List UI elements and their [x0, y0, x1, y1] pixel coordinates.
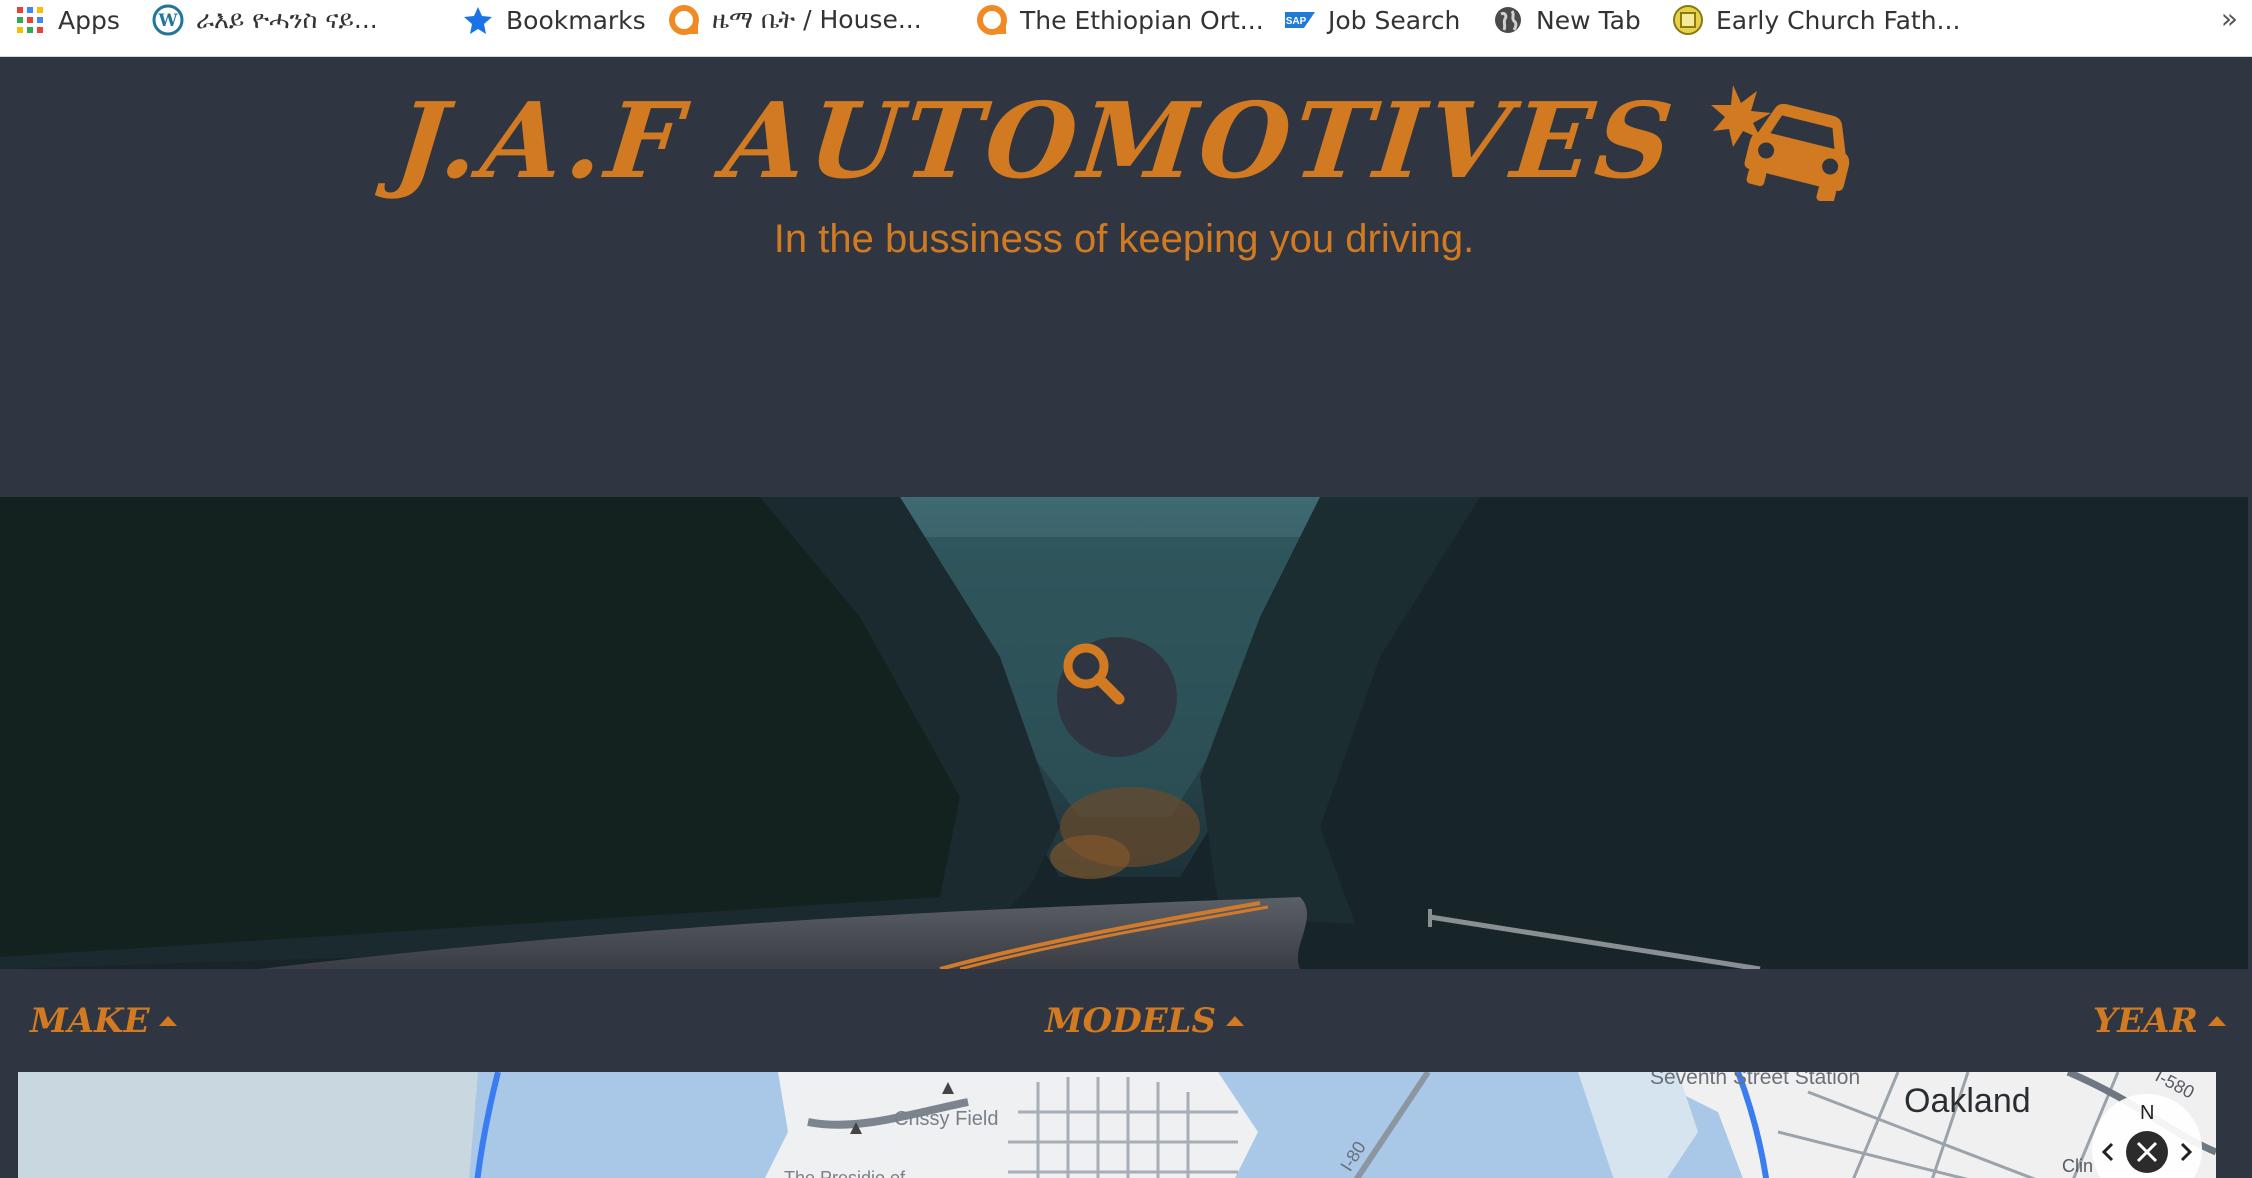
bookmark-label: New Tab	[1536, 5, 1641, 35]
svg-text:SAP: SAP	[1286, 16, 1307, 27]
orange-ring-icon	[976, 4, 1008, 36]
car-crash-icon	[1711, 84, 1850, 201]
filter-bar: Make Models Year	[0, 969, 2248, 1072]
models-filter-label: Models	[1045, 1000, 1217, 1041]
caret-up-icon	[2207, 1015, 2226, 1026]
bookmark-early-church[interactable]: Early Church Fath...	[1672, 0, 1960, 40]
caret-up-icon	[159, 1015, 178, 1026]
site-header: J.A.F Automotives In the bussiness of ke…	[0, 57, 2248, 497]
map-label-clin: Clin	[2062, 1156, 2094, 1176]
globe-icon	[1492, 4, 1524, 36]
models-filter[interactable]: Models	[1045, 969, 1245, 1072]
bookmark-folder-bookmarks[interactable]: Bookmarks	[462, 0, 646, 40]
make-filter[interactable]: Make	[30, 969, 178, 1072]
bookmark-label: The Ethiopian Ort...	[1020, 5, 1264, 35]
svg-text:W: W	[157, 11, 178, 31]
map-label-oakland: Oakland	[1904, 1082, 2031, 1120]
bookmark-label: ዜማ ቤት / House...	[712, 5, 922, 34]
bookmark-label: Early Church Fath...	[1716, 5, 1961, 35]
bookmark-new-tab[interactable]: New Tab	[1492, 0, 1641, 40]
bookmark-wordpress[interactable]: W ራእይ ዮሓንስ ናይ...	[152, 0, 378, 40]
sap-icon: SAP	[1284, 4, 1316, 36]
apps-grid-icon	[14, 4, 46, 36]
compass-rose-icon	[2101, 1131, 2193, 1173]
bookmark-label: ራእይ ዮሓንስ ናይ...	[196, 5, 378, 34]
bookmark-label: Apps	[58, 5, 120, 35]
map-label-seventh-street-station: Seventh Street Station	[1650, 1072, 1861, 1089]
year-filter[interactable]: Year	[2093, 969, 2226, 1072]
year-filter-label: Year	[2093, 1000, 2198, 1041]
bookmark-apps[interactable]: Apps	[14, 0, 120, 40]
page-content: J.A.F Automotives In the bussiness of ke…	[0, 57, 2252, 1178]
brand-title: J.A.F Automotives	[390, 79, 1682, 202]
map-label-crissy-field: Crissy Field	[894, 1108, 999, 1130]
bookmark-ethiopian-orthodox[interactable]: The Ethiopian Ort...	[976, 0, 1264, 40]
make-filter-label: Make	[30, 1000, 150, 1041]
brand[interactable]: J.A.F Automotives	[0, 79, 2248, 202]
caret-up-icon	[1226, 1015, 1245, 1026]
bookmark-job-search[interactable]: SAP Job Search	[1284, 0, 1460, 40]
map-view[interactable]: Crissy Field The Presidio of Seventh Str…	[18, 1072, 2216, 1178]
orange-ring-icon	[668, 4, 700, 36]
star-icon	[462, 4, 494, 36]
bookmarks-bar: Apps W ራእይ ዮሓንስ ናይ... Bookmarks ዜማ ቤት / …	[0, 0, 2252, 57]
search-button[interactable]	[1057, 637, 1177, 757]
bookmark-label: Job Search	[1328, 5, 1461, 35]
search-icon	[1063, 643, 1125, 705]
bookmark-house[interactable]: ዜማ ቤት / House...	[668, 0, 922, 40]
badge-icon	[1672, 4, 1704, 36]
tagline: In the bussiness of keeping you driving.	[773, 217, 1475, 261]
wordpress-icon: W	[152, 4, 184, 36]
hero-banner	[0, 497, 2248, 969]
map-label-presidio: The Presidio of	[784, 1168, 906, 1178]
bookmarks-overflow-button[interactable]: »	[2221, 2, 2238, 35]
map-compass[interactable]: N	[2092, 1094, 2202, 1178]
bookmark-label: Bookmarks	[506, 5, 646, 35]
map-canvas	[18, 1072, 2216, 1178]
